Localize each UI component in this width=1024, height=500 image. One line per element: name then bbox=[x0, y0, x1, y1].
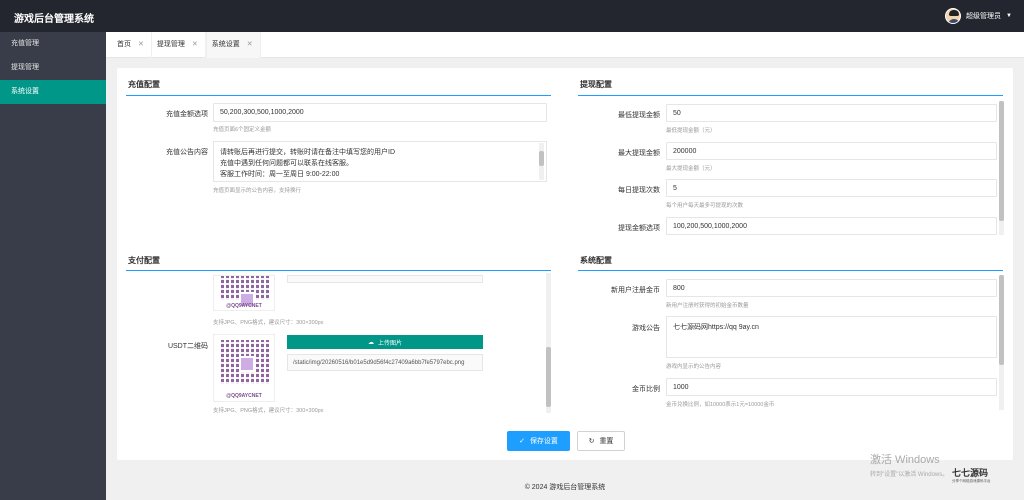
withdraw-options-label: 提现金额选项 bbox=[618, 225, 660, 232]
notice-line: 客服工作时间：周一至周日 9:00-22:00 bbox=[220, 171, 340, 178]
tab-label[interactable]: 系统设置 bbox=[212, 32, 240, 58]
reset-button[interactable]: ↻ 重置 bbox=[577, 431, 625, 451]
top-bar: 游戏后台管理系统 超级管理员 ▼ bbox=[0, 0, 1024, 32]
sidebar: 充值管理 提现管理 系统设置 bbox=[0, 32, 106, 500]
max-withdraw-input[interactable]: 200000 bbox=[666, 142, 997, 160]
notice-line: 请转账后再进行提交，转账时请在备注中填写您的用户ID bbox=[220, 149, 395, 156]
scrollbar-thumb[interactable] bbox=[546, 347, 551, 407]
close-icon[interactable]: ✕ bbox=[138, 32, 144, 58]
qr-code bbox=[221, 340, 269, 384]
min-withdraw-input[interactable]: 50 bbox=[666, 104, 997, 122]
watermark-subtitle: 转到"设置"以激活 Windows。 bbox=[870, 472, 949, 478]
windows-activation-watermark: 激活 Windows 转到"设置"以激活 Windows。 bbox=[870, 451, 948, 478]
game-notice-textarea[interactable]: 七七源码网https://qq 9ay.cn bbox=[666, 316, 997, 358]
payment-section-divider bbox=[126, 270, 551, 271]
logo-subtext: 分享个网络游戏源码平台 bbox=[952, 479, 991, 483]
chevron-down-icon[interactable]: ▼ bbox=[1006, 13, 1012, 19]
tab-label[interactable]: 首页 bbox=[117, 32, 131, 58]
payment-section-title: 支付配置 bbox=[128, 256, 160, 265]
daily-withdraw-label: 每日提现次数 bbox=[618, 187, 660, 194]
game-notice-hint: 游戏内显示的公告内容 bbox=[666, 364, 722, 370]
recharge-amount-hint: 充值页面6个固定义金额 bbox=[213, 127, 272, 133]
watermark-title: 激活 Windows bbox=[870, 454, 940, 466]
close-icon[interactable]: ✕ bbox=[192, 32, 198, 58]
tab-withdraw[interactable]: 提现管理 ✕ bbox=[152, 32, 206, 58]
avatar[interactable] bbox=[945, 8, 962, 24]
close-icon[interactable]: ✕ bbox=[247, 32, 253, 58]
system-section-title: 系统配置 bbox=[580, 256, 612, 265]
daily-withdraw-hint: 每个用户每天最多可提现的次数 bbox=[666, 203, 744, 209]
usdt-qr-label: USDT二维码 bbox=[167, 343, 208, 350]
user-menu[interactable]: 超级管理员 ▼ bbox=[945, 8, 1012, 24]
qr-image-1: @QQ9AYCNET bbox=[213, 275, 275, 311]
min-withdraw-label: 最低提现金额 bbox=[618, 112, 660, 119]
user-name[interactable]: 超级管理员 bbox=[966, 11, 1001, 21]
notice-line: 充值中遇到任何问题都可以联系在线客服。 bbox=[220, 160, 353, 167]
textarea-scrollbar[interactable] bbox=[539, 143, 544, 180]
min-withdraw-hint: 最低提现金额（元） bbox=[666, 128, 716, 134]
format-hint: 支持JPG、PNG格式，建议尺寸：300×300px bbox=[213, 320, 324, 326]
game-notice-label: 游戏公告 bbox=[632, 325, 660, 332]
upload-button[interactable]: ☁ 上传图片 bbox=[287, 335, 483, 349]
refresh-icon: ↻ bbox=[588, 438, 595, 445]
qr-path-field-1 bbox=[287, 275, 483, 283]
sidebar-item-withdraw[interactable]: 提现管理 bbox=[0, 56, 106, 80]
recharge-notice-label: 充值公告内容 bbox=[166, 149, 208, 156]
withdraw-section-divider bbox=[578, 95, 1003, 96]
recharge-notice-hint: 充值页面显示的公告内容，支持换行 bbox=[213, 188, 302, 194]
site-logo: 七七源码 分享个网络游戏源码平台 bbox=[952, 466, 1014, 484]
tab-settings[interactable]: 系统设置 ✕ bbox=[205, 32, 261, 58]
reset-label: 重置 bbox=[599, 438, 614, 445]
qr-caption: @QQ9AYCNET bbox=[226, 393, 262, 399]
new-user-coins-input[interactable]: 800 bbox=[666, 279, 997, 297]
tab-home[interactable]: 首页 ✕ bbox=[112, 32, 152, 58]
app-title: 游戏后台管理系统 bbox=[14, 14, 94, 25]
payment-scrollbar[interactable] bbox=[546, 273, 551, 413]
footer: © 2024 游戏后台管理系统 bbox=[106, 476, 1024, 500]
withdraw-options-input[interactable]: 100,200,500,1000,2000 bbox=[666, 217, 997, 235]
max-withdraw-label: 最大提现金额 bbox=[618, 150, 660, 157]
recharge-amount-label: 充值金额选项 bbox=[166, 111, 208, 118]
daily-withdraw-input[interactable]: 5 bbox=[666, 179, 997, 197]
withdraw-section-title: 提现配置 bbox=[580, 80, 612, 89]
coin-ratio-label: 金币比例 bbox=[632, 386, 660, 393]
scrollbar-thumb[interactable] bbox=[539, 151, 544, 166]
upload-label: 上传图片 bbox=[377, 340, 402, 347]
qr-code bbox=[221, 276, 269, 308]
tab-bar: 首页 ✕ 提现管理 ✕ 系统设置 ✕ bbox=[106, 32, 1024, 58]
scrollbar-thumb[interactable] bbox=[999, 101, 1004, 221]
format-hint-2: 支持JPG、PNG格式，建议尺寸：300×300px bbox=[213, 408, 324, 414]
save-button[interactable]: ✓ 保存设置 bbox=[507, 431, 570, 451]
recharge-section-divider bbox=[126, 95, 551, 96]
recharge-notice-textarea[interactable]: 请转账后再进行提交，转账时请在备注中填写您的用户ID 充值中遇到任何问题都可以联… bbox=[213, 141, 547, 182]
coin-ratio-input[interactable]: 1000 bbox=[666, 378, 997, 396]
usdt-path-field[interactable]: /static/img/20260516/b01e5d9d56f4c27409a… bbox=[287, 354, 483, 371]
sidebar-item-recharge[interactable]: 充值管理 bbox=[0, 32, 106, 56]
new-user-coins-hint: 新用户注册时获得的初始金币数量 bbox=[666, 303, 749, 309]
system-scrollbar[interactable] bbox=[999, 275, 1004, 410]
qr-caption: @QQ9AYCNET bbox=[226, 303, 262, 309]
usdt-qr-image: @QQ9AYCNET bbox=[213, 334, 275, 402]
withdraw-scrollbar[interactable] bbox=[999, 101, 1004, 235]
sidebar-item-settings[interactable]: 系统设置 bbox=[0, 80, 106, 104]
system-section-divider bbox=[578, 270, 1003, 271]
check-icon: ✓ bbox=[519, 438, 525, 445]
coin-ratio-hint: 金币兑换比例，如10000表示1元=10000金币 bbox=[666, 402, 775, 408]
recharge-section-title: 充值配置 bbox=[128, 80, 160, 89]
cloud-upload-icon: ☁ bbox=[367, 339, 374, 346]
max-withdraw-hint: 最大提现金额（元） bbox=[666, 166, 716, 172]
scrollbar-thumb[interactable] bbox=[999, 275, 1004, 365]
new-user-coins-label: 新用户注册金币 bbox=[611, 287, 660, 294]
tab-label[interactable]: 提现管理 bbox=[157, 32, 185, 58]
recharge-amount-input[interactable]: 50,200,300,500,1000,2000 bbox=[213, 103, 547, 122]
save-label: 保存设置 bbox=[529, 438, 558, 445]
logo-text: 七七源码 bbox=[952, 468, 989, 478]
